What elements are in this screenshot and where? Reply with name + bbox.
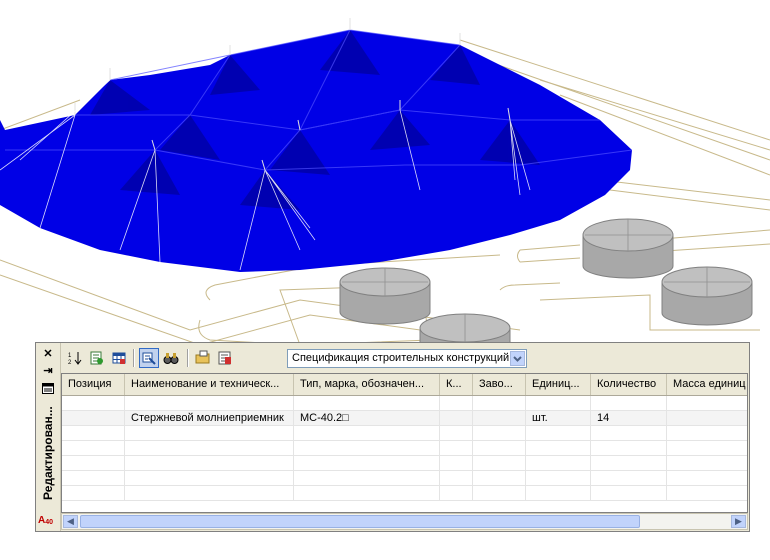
tank-3[interactable] bbox=[582, 218, 674, 279]
export-icon[interactable] bbox=[215, 348, 235, 368]
palette-toolbar: 12 Спецификация строительных конструкций bbox=[61, 345, 749, 371]
toolbar-separator bbox=[187, 349, 189, 367]
table-row[interactable] bbox=[62, 471, 747, 486]
cell-manufacturer[interactable] bbox=[473, 411, 526, 425]
column-header-name[interactable]: Наименование и техническ... bbox=[125, 374, 294, 395]
column-header-unit[interactable]: Единиц... bbox=[526, 374, 591, 395]
cell-position[interactable] bbox=[62, 411, 125, 425]
specification-select[interactable]: Спецификация строительных конструкций bbox=[287, 349, 527, 368]
cell-code[interactable] bbox=[440, 411, 473, 425]
table-row[interactable] bbox=[62, 396, 747, 411]
folder-icon[interactable] bbox=[193, 348, 213, 368]
column-header-position[interactable]: Позиция bbox=[62, 374, 125, 395]
sort-icon[interactable]: 12 bbox=[65, 348, 85, 368]
cell-quantity[interactable]: 14 bbox=[591, 411, 667, 425]
table-row[interactable] bbox=[62, 441, 747, 456]
filter-icon[interactable] bbox=[139, 348, 159, 368]
protection-zone-mesh[interactable] bbox=[0, 18, 633, 272]
tank-1[interactable] bbox=[339, 267, 431, 325]
cell-type[interactable]: МС-40.2□ bbox=[294, 411, 440, 425]
toolbar-separator bbox=[133, 349, 135, 367]
table-row[interactable] bbox=[62, 486, 747, 501]
app-logo-icon: A40 bbox=[38, 515, 54, 526]
chevron-down-icon[interactable] bbox=[510, 351, 525, 366]
svg-text:2: 2 bbox=[68, 360, 72, 366]
column-header-code[interactable]: К... bbox=[440, 374, 473, 395]
close-icon[interactable]: ✕ bbox=[40, 346, 56, 360]
specification-select-value: Спецификация строительных конструкций bbox=[292, 352, 510, 364]
table-icon[interactable] bbox=[109, 348, 129, 368]
column-header-type[interactable]: Тип, марка, обозначен... bbox=[294, 374, 440, 395]
svg-text:1: 1 bbox=[68, 353, 72, 359]
cell-unit[interactable]: шт. bbox=[526, 411, 591, 425]
table-header: Позиция Наименование и техническ... Тип,… bbox=[62, 374, 747, 396]
table-row[interactable]: Стержневой молниеприемник МС-40.2□ шт. 1… bbox=[62, 411, 747, 426]
scrollbar-thumb[interactable] bbox=[80, 515, 640, 528]
refresh-icon[interactable] bbox=[87, 348, 107, 368]
tank-2[interactable] bbox=[419, 313, 511, 346]
palette-side-strip: ✕ ⇥ Редактирован... A40 bbox=[36, 343, 61, 531]
palette-title: Редактирован... bbox=[41, 406, 55, 500]
table-row[interactable] bbox=[62, 426, 747, 441]
table-row[interactable] bbox=[62, 456, 747, 471]
cell-unit-mass[interactable] bbox=[667, 411, 747, 425]
properties-icon[interactable] bbox=[40, 381, 56, 395]
binoculars-icon[interactable] bbox=[161, 348, 181, 368]
specification-palette[interactable]: ✕ ⇥ Редактирован... A40 12 Спецификация … bbox=[35, 342, 750, 532]
scroll-right-icon[interactable]: ▶ bbox=[731, 515, 746, 528]
tank-4[interactable] bbox=[661, 266, 753, 326]
cell-name[interactable]: Стержневой молниеприемник bbox=[125, 411, 294, 425]
column-header-unit-mass[interactable]: Масса единиц bbox=[667, 374, 747, 395]
auto-hide-icon[interactable]: ⇥ bbox=[40, 363, 56, 377]
horizontal-scrollbar[interactable]: ◀ ▶ bbox=[61, 513, 748, 530]
column-header-manufacturer[interactable]: Заво... bbox=[473, 374, 526, 395]
column-header-quantity[interactable]: Количество bbox=[591, 374, 667, 395]
scroll-left-icon[interactable]: ◀ bbox=[63, 515, 78, 528]
specification-table[interactable]: Позиция Наименование и техническ... Тип,… bbox=[61, 373, 748, 513]
